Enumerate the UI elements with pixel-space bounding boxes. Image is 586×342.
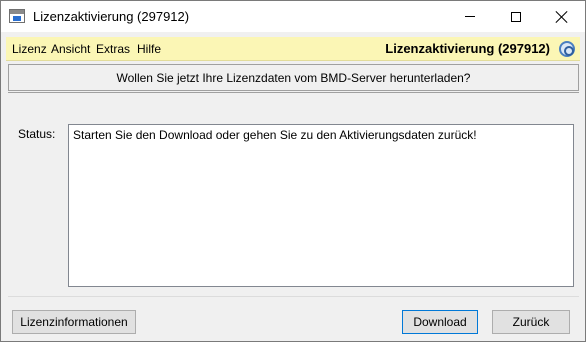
status-panel: Status: Starten Sie den Download oder ge… [8, 92, 579, 297]
close-icon [556, 11, 568, 23]
license-info-button[interactable]: Lizenzinformationen [12, 310, 136, 334]
maximize-icon [511, 11, 521, 22]
minimize-icon [465, 16, 475, 17]
status-textbox[interactable]: Starten Sie den Download oder gehen Sie … [68, 124, 574, 287]
menubar-title: Lizenzaktivierung (297912) [385, 41, 550, 56]
menu-bar: Lizenz Ansicht Extras Hilfe Lizenzaktivi… [6, 37, 580, 61]
menu-extras[interactable]: Extras [96, 42, 130, 56]
question-panel: Wollen Sie jetzt Ihre Lizenzdaten vom BM… [8, 64, 579, 91]
license-activation-window: Lizenzaktivierung (297912) Lizenz Ansich… [0, 0, 586, 342]
menu-hilfe[interactable]: Hilfe [137, 42, 161, 56]
title-bar[interactable]: Lizenzaktivierung (297912) [1, 1, 585, 32]
menu-ansicht[interactable]: Ansicht [51, 42, 90, 56]
window-icon [9, 9, 25, 23]
minimize-button[interactable] [447, 1, 493, 32]
menu-lizenz[interactable]: Lizenz [12, 42, 47, 56]
question-text: Wollen Sie jetzt Ihre Lizenzdaten vom BM… [116, 71, 471, 85]
help-icon[interactable] [559, 41, 575, 57]
window-title: Lizenzaktivierung (297912) [33, 9, 190, 24]
back-button[interactable]: Zurück [492, 310, 570, 334]
status-label: Status: [18, 127, 56, 141]
maximize-button[interactable] [493, 1, 539, 32]
close-button[interactable] [539, 1, 585, 32]
download-button[interactable]: Download [402, 310, 478, 334]
